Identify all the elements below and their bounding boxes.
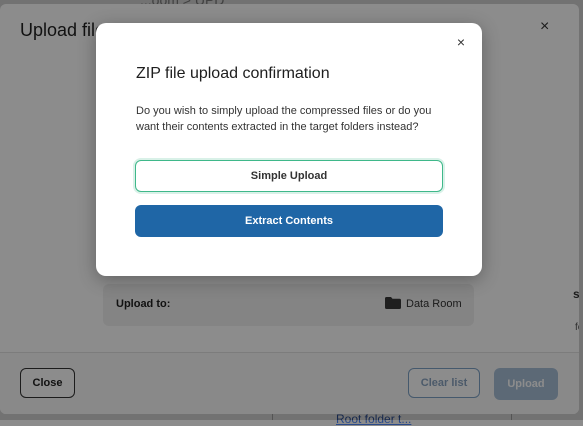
close-icon[interactable]: × xyxy=(454,35,468,49)
simple-upload-button[interactable]: Simple Upload xyxy=(135,160,443,192)
extract-contents-button[interactable]: Extract Contents xyxy=(135,205,443,237)
zip-confirmation-dialog: × ZIP file upload confirmation Do you wi… xyxy=(96,23,482,276)
dialog-message: Do you wish to simply upload the compres… xyxy=(136,105,432,133)
dialog-title: ZIP file upload confirmation xyxy=(136,65,330,82)
